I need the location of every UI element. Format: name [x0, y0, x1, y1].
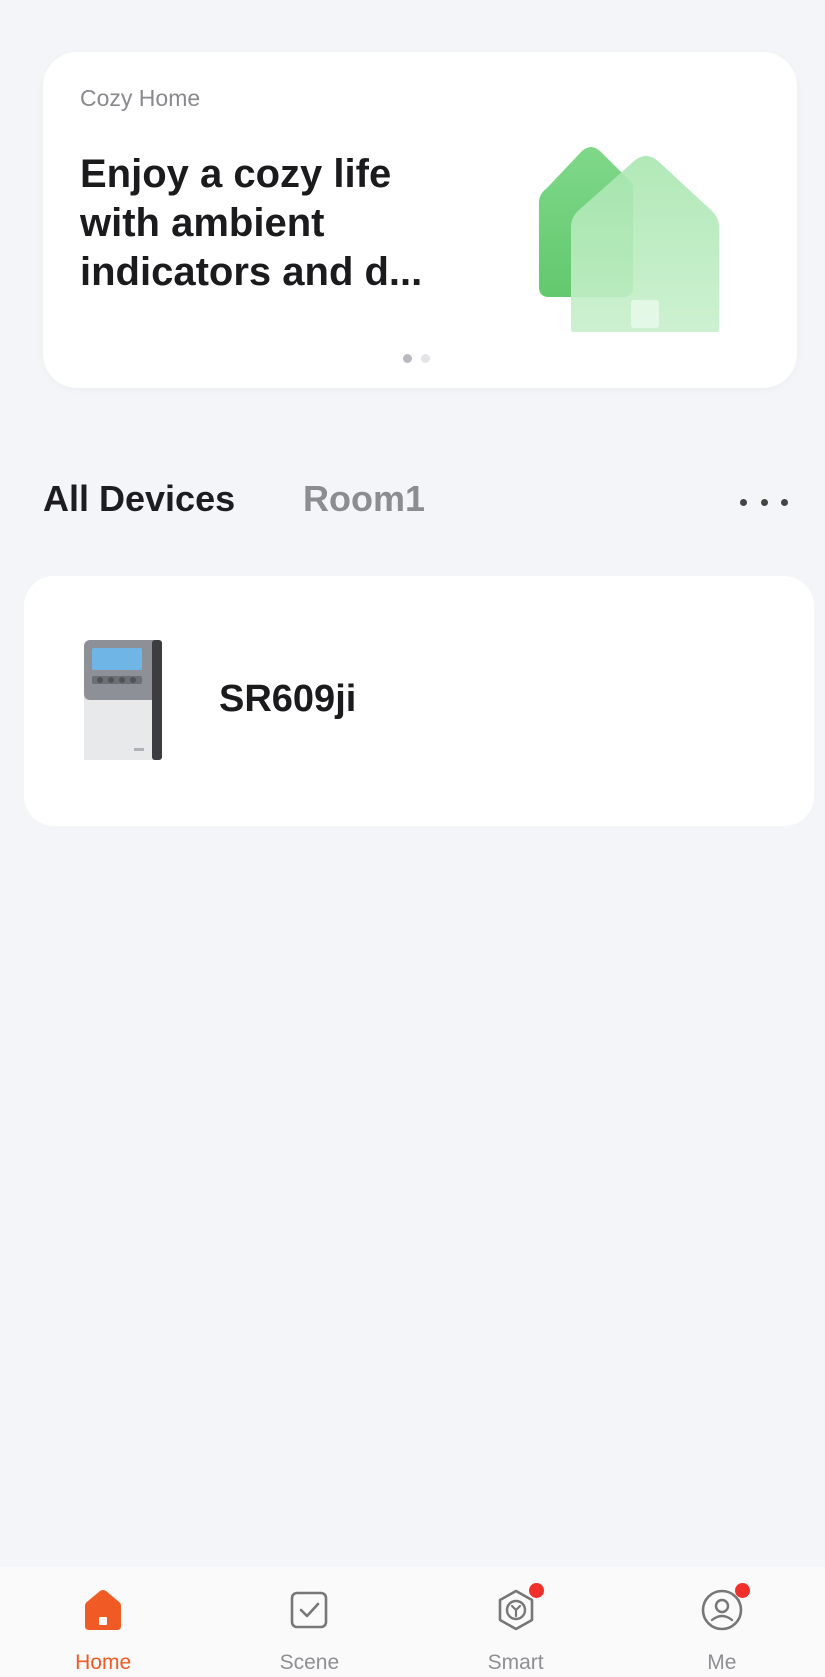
carousel-dot: [421, 354, 430, 363]
nav-scene[interactable]: Scene: [206, 1567, 412, 1677]
device-card[interactable]: SR609ji: [24, 576, 814, 826]
solar-controller-device-image: [84, 640, 162, 760]
nav-label-home: Home: [75, 1651, 132, 1674]
banner-tag: Cozy Home: [80, 85, 201, 111]
nav-smart[interactable]: Smart: [413, 1567, 619, 1677]
device-name: SR609ji: [219, 678, 357, 720]
banner-title: Enjoy a cozy life with ambient indicator…: [80, 152, 423, 294]
room-tabs: All Devices Room1: [43, 478, 788, 538]
more-dots-icon[interactable]: [740, 482, 788, 522]
green-houses-icon: [539, 147, 719, 332]
tab-all-devices[interactable]: All Devices: [43, 478, 235, 520]
carousel-dot-active: [403, 354, 412, 363]
scene-check-icon: [291, 1591, 328, 1629]
nav-label-me: Me: [707, 1651, 737, 1674]
notification-badge: [528, 1583, 544, 1598]
nav-home[interactable]: Home: [0, 1567, 206, 1677]
banner-card[interactable]: Cozy Home Enjoy a cozy life with ambient…: [43, 52, 797, 388]
carousel-indicator: [403, 354, 430, 363]
bottom-nav: Home Scene Smart Me: [0, 1567, 825, 1677]
nav-label-scene: Scene: [279, 1651, 340, 1674]
home-icon: [85, 1590, 122, 1630]
nav-me[interactable]: Me: [619, 1567, 825, 1677]
nav-label-smart: Smart: [487, 1651, 544, 1674]
tab-room1[interactable]: Room1: [303, 478, 425, 520]
notification-badge: [734, 1583, 750, 1598]
